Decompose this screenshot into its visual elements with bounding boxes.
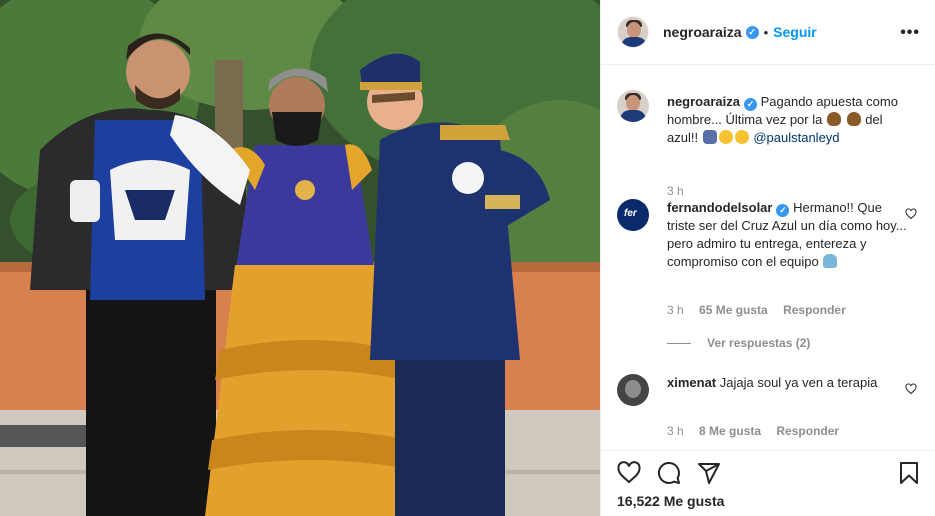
poop-emoji-icon <box>826 112 841 126</box>
like-comment-heart-icon[interactable] <box>905 208 917 220</box>
comment-meta: 3 h 8 Me gusta Responder <box>667 424 851 438</box>
post-photo[interactable] <box>0 0 600 516</box>
verified-icon: ✓ <box>743 98 757 111</box>
share-icon[interactable] <box>697 461 721 485</box>
author-username[interactable]: negroaraiza <box>663 24 742 40</box>
comment-body: Jajaja soul ya ven a terapia <box>719 375 878 390</box>
caption-mention[interactable]: @paulstanleyd <box>753 130 839 145</box>
caption-username[interactable]: negroaraiza <box>667 94 740 109</box>
post-photo-illustration <box>0 0 600 516</box>
bookmark-icon[interactable] <box>897 461 921 485</box>
laughing-emoji-icon <box>734 130 749 144</box>
poop-emoji-icon <box>846 112 861 126</box>
separator-dot: • <box>763 24 769 40</box>
likes-count[interactable]: 16,522 Me gusta <box>617 493 724 509</box>
comment-username[interactable]: ximenat <box>667 375 716 390</box>
comment-time[interactable]: 3 h <box>667 303 684 317</box>
like-comment-heart-icon[interactable] <box>905 383 917 395</box>
action-bar: 16,522 Me gusta <box>601 450 935 516</box>
commenter-avatar[interactable] <box>617 374 649 406</box>
person-emoji-icon <box>823 254 838 268</box>
comment-item: ximenat Jajaja soul ya ven a terapia 3 h… <box>617 374 917 444</box>
caption-time[interactable]: 3 h <box>667 184 684 198</box>
caption: negroaraiza ✓ Pagando apuesta como hombre… <box>617 90 917 198</box>
comments-list: negroaraiza ✓ Pagando apuesta como hombre… <box>601 66 935 446</box>
comment-item: fer fernandodelsolar ✓ Hermano!! Que tris… <box>617 199 917 359</box>
avatar-text: fer <box>624 208 637 219</box>
comment-text: fernandodelsolar ✓ Hermano!! Que triste s… <box>667 199 907 271</box>
comment-username[interactable]: fernandodelsolar <box>667 200 772 215</box>
verified-icon: ✓ <box>776 204 790 217</box>
comment-likes[interactable]: 8 Me gusta <box>699 424 761 438</box>
caption-text: negroaraiza ✓ Pagando apuesta como hombre… <box>667 93 907 147</box>
view-replies-button[interactable]: Ver respuestas (2) <box>667 336 810 350</box>
author-avatar[interactable] <box>617 16 649 48</box>
comment-text: ximenat Jajaja soul ya ven a terapia <box>667 374 907 392</box>
follow-button[interactable]: Seguir <box>773 24 817 40</box>
reply-button[interactable]: Responder <box>783 303 846 317</box>
heart-icon[interactable] <box>617 461 641 485</box>
caption-meta: 3 h <box>667 184 696 198</box>
reply-button[interactable]: Responder <box>776 424 839 438</box>
comment-time[interactable]: 3 h <box>667 424 684 438</box>
comment-icon[interactable] <box>657 461 681 485</box>
laughing-emoji-icon <box>718 130 733 144</box>
more-options-icon[interactable]: ••• <box>900 24 920 42</box>
post-header: negroaraiza ✓ • Seguir ••• <box>601 0 935 65</box>
caption-avatar[interactable] <box>617 90 649 122</box>
comment-meta: 3 h 65 Me gusta Responder <box>667 303 858 317</box>
view-replies-label: Ver respuestas (2) <box>707 336 811 350</box>
comment-likes[interactable]: 65 Me gusta <box>699 303 768 317</box>
post-panel: negroaraiza ✓ • Seguir ••• negroaraiza ✓ … <box>600 0 935 516</box>
boot-emoji-icon <box>702 130 717 144</box>
verified-icon: ✓ <box>745 25 759 39</box>
commenter-avatar[interactable]: fer <box>617 199 649 231</box>
replies-divider <box>667 343 691 345</box>
